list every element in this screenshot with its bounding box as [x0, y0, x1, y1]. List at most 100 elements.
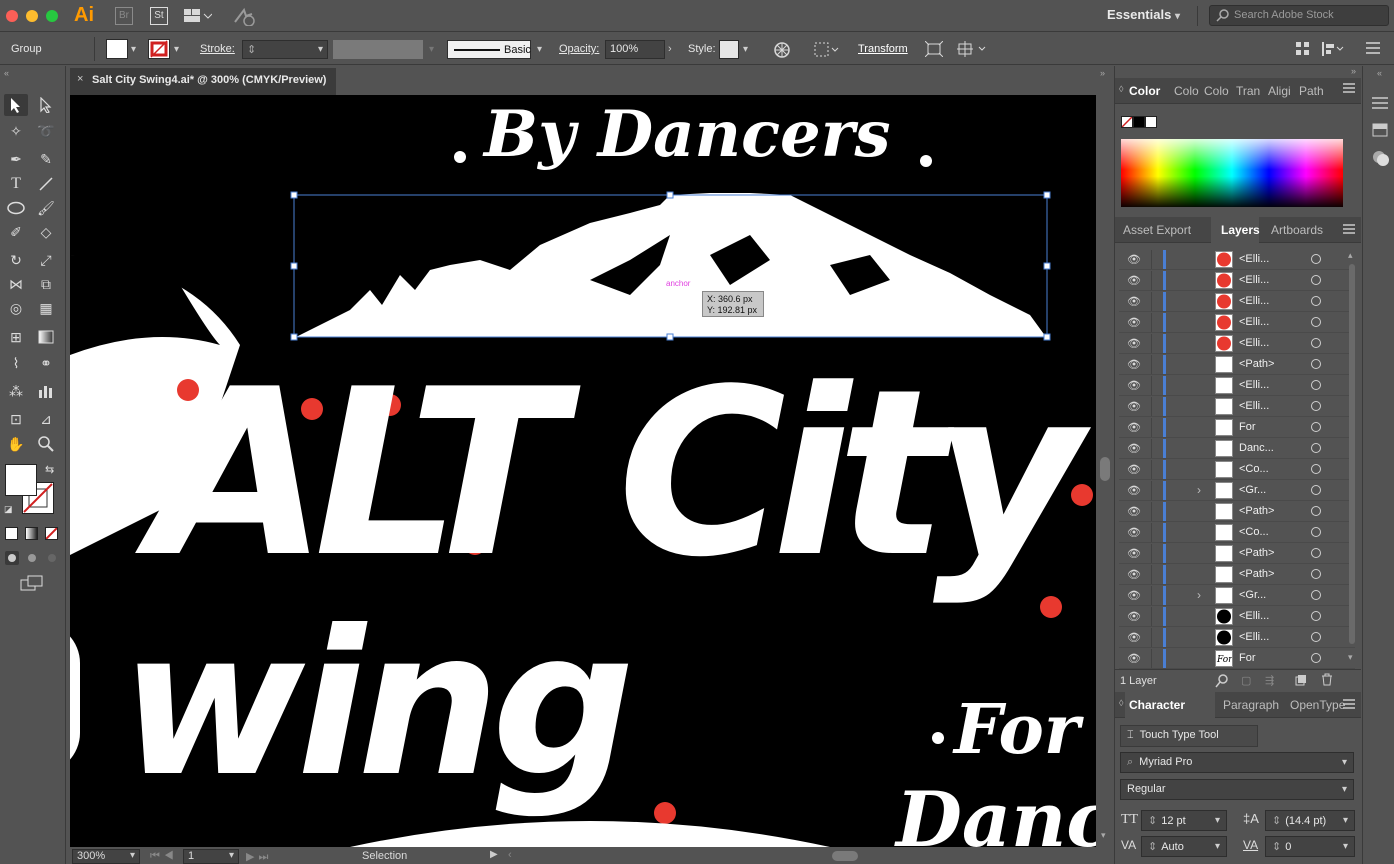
- scroll-up-icon[interactable]: ▴: [1348, 250, 1353, 261]
- control-bar-menu-icon[interactable]: [1366, 42, 1380, 57]
- lock-column[interactable]: [1151, 250, 1152, 269]
- layer-row[interactable]: 👁 <Elli...: [1119, 312, 1355, 333]
- layer-row[interactable]: 👁 For For: [1119, 648, 1355, 669]
- bbox-handle[interactable]: [666, 191, 674, 199]
- layer-target-icon[interactable]: [1311, 632, 1321, 642]
- fill-swatch[interactable]: [106, 39, 128, 59]
- layer-target-icon[interactable]: [1311, 548, 1321, 558]
- layer-name[interactable]: <Co...: [1239, 526, 1269, 538]
- layer-target-icon[interactable]: [1311, 254, 1321, 264]
- bbox-handle[interactable]: [290, 191, 298, 199]
- layer-name[interactable]: <Elli...: [1239, 295, 1269, 307]
- touch-type-tool-button[interactable]: ⌶ Touch Type Tool: [1120, 725, 1258, 747]
- visibility-eye-icon[interactable]: 👁: [1127, 484, 1141, 497]
- bridge-button[interactable]: Br: [115, 7, 133, 25]
- bbox-handle[interactable]: [1043, 191, 1051, 199]
- layer-row[interactable]: 👁 › <Gr...: [1119, 480, 1355, 501]
- opacity-field[interactable]: 100%: [605, 40, 665, 59]
- wing-text[interactable]: wing: [70, 595, 635, 815]
- adobe-stock-search-input[interactable]: Search Adobe Stock: [1209, 5, 1389, 26]
- visibility-eye-icon[interactable]: 👁: [1127, 421, 1141, 434]
- layer-row[interactable]: 👁 <Elli...: [1119, 375, 1355, 396]
- mountain-shape[interactable]: [296, 193, 1046, 337]
- tab-color[interactable]: Color: [1129, 84, 1160, 98]
- paintbrush-tool-icon[interactable]: 🖌: [34, 197, 58, 219]
- zoom-window-button[interactable]: [46, 10, 58, 22]
- layer-row[interactable]: 👁 <Elli...: [1119, 270, 1355, 291]
- stock-button[interactable]: St: [150, 7, 168, 25]
- close-tab-icon[interactable]: ×: [77, 73, 83, 85]
- layer-row[interactable]: 👁 › <Gr...: [1119, 585, 1355, 606]
- scroll-down-icon[interactable]: ▾: [1348, 652, 1353, 663]
- lock-column[interactable]: [1151, 334, 1152, 353]
- eraser-tool-icon[interactable]: ◇: [34, 221, 58, 243]
- lock-column[interactable]: [1151, 271, 1152, 290]
- layer-name[interactable]: <Path>: [1239, 568, 1274, 580]
- properties-panel-icon[interactable]: [1372, 96, 1388, 113]
- brush-dropdown-icon[interactable]: ▾: [537, 44, 542, 55]
- style-dropdown-icon[interactable]: ▾: [743, 44, 748, 55]
- layer-target-icon[interactable]: [1311, 527, 1321, 537]
- visibility-eye-icon[interactable]: 👁: [1127, 463, 1141, 476]
- artboard-tool-icon[interactable]: ⊡: [4, 408, 28, 430]
- panel-menu-icon[interactable]: [1343, 224, 1355, 237]
- artboard-number-field[interactable]: 1 ▾: [183, 849, 239, 864]
- layer-target-icon[interactable]: [1311, 443, 1321, 453]
- layer-target-icon[interactable]: [1311, 422, 1321, 432]
- visibility-eye-icon[interactable]: 👁: [1127, 652, 1141, 665]
- lock-column[interactable]: [1151, 586, 1152, 605]
- layer-row[interactable]: 👁 Danc...: [1119, 438, 1355, 459]
- visibility-eye-icon[interactable]: 👁: [1127, 316, 1141, 329]
- brush-definition[interactable]: Basic: [447, 40, 531, 59]
- layer-target-icon[interactable]: [1311, 569, 1321, 579]
- font-style-select[interactable]: Regular ▾: [1120, 779, 1354, 800]
- close-window-button[interactable]: [6, 10, 18, 22]
- new-layer-icon[interactable]: [1295, 674, 1307, 689]
- minimize-window-button[interactable]: [26, 10, 38, 22]
- layer-row[interactable]: 👁 <Co...: [1119, 522, 1355, 543]
- default-fill-stroke-icon[interactable]: ◪: [4, 504, 13, 515]
- tab-align[interactable]: Aligi: [1268, 84, 1291, 98]
- layer-row[interactable]: 👁 For: [1119, 417, 1355, 438]
- fill-color-front[interactable]: [5, 464, 37, 496]
- shaper-tool-icon[interactable]: ✐: [4, 221, 28, 243]
- red-dot-marker[interactable]: [1071, 484, 1093, 506]
- zoom-tool-icon[interactable]: [34, 433, 58, 455]
- leading-field[interactable]: ⇕ (14.4 pt) ▾: [1265, 810, 1355, 831]
- lock-column[interactable]: [1151, 502, 1152, 521]
- visibility-eye-icon[interactable]: 👁: [1127, 379, 1141, 392]
- stroke-dropdown-icon[interactable]: ▾: [174, 44, 179, 55]
- distribute-icon[interactable]: [1322, 42, 1344, 59]
- column-graph-tool-icon[interactable]: [34, 380, 58, 402]
- layer-name[interactable]: <Elli...: [1239, 337, 1269, 349]
- visibility-eye-icon[interactable]: 👁: [1127, 253, 1141, 266]
- opacity-label[interactable]: Opacity:: [559, 43, 599, 55]
- bbox-handle[interactable]: [1043, 333, 1051, 341]
- lock-column[interactable]: [1151, 292, 1152, 311]
- lock-column[interactable]: [1151, 628, 1152, 647]
- dancer-text[interactable]: Dancer: [896, 775, 1096, 847]
- lock-column[interactable]: [1151, 418, 1152, 437]
- zoom-level-field[interactable]: 300% ▾: [72, 849, 140, 864]
- tab-opentype[interactable]: OpenType: [1290, 698, 1345, 712]
- graphic-style-swatch[interactable]: [719, 40, 739, 59]
- recolor-artwork-icon[interactable]: [773, 41, 791, 62]
- layer-name[interactable]: For: [1239, 652, 1256, 664]
- layer-name[interactable]: <Path>: [1239, 547, 1274, 559]
- ellipse-tool-icon[interactable]: [4, 197, 28, 219]
- layer-name[interactable]: For: [1239, 421, 1256, 433]
- hand-tool-icon[interactable]: ✋: [4, 433, 28, 455]
- variable-width-profile[interactable]: [333, 40, 423, 59]
- locate-object-icon[interactable]: [1215, 674, 1229, 691]
- tab-layers[interactable]: Layers: [1221, 223, 1260, 237]
- layer-target-icon[interactable]: [1311, 506, 1321, 516]
- visibility-eye-icon[interactable]: 👁: [1127, 442, 1141, 455]
- horizontal-scroll-thumb[interactable]: [832, 851, 858, 861]
- expand-panels-icon[interactable]: »: [1100, 68, 1105, 78]
- tab-pathfinder[interactable]: Path: [1299, 84, 1324, 98]
- next-last-artboard-buttons[interactable]: ▶⏭: [246, 850, 272, 864]
- swap-fill-stroke-icon[interactable]: ⇆: [45, 463, 54, 476]
- black-swatch[interactable]: [1133, 116, 1145, 128]
- blend-tool-icon[interactable]: ⚭: [34, 352, 58, 374]
- create-sublayer-icon[interactable]: ⇶: [1265, 674, 1274, 687]
